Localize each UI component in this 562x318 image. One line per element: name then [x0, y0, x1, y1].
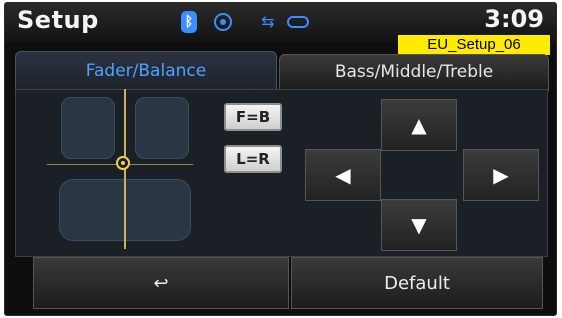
- front-right-seat: [135, 97, 189, 159]
- bluetooth-icon: ᛒ: [181, 11, 197, 33]
- disc-icon: [287, 16, 309, 28]
- arrow-up-button[interactable]: ▲: [381, 99, 457, 151]
- arrow-left-button[interactable]: ◀: [305, 149, 381, 201]
- page-title: Setup: [17, 6, 99, 34]
- back-button[interactable]: ↩: [33, 257, 289, 309]
- arrow-right-button[interactable]: ▶: [463, 149, 539, 201]
- clock-time: 3:09: [484, 5, 544, 33]
- seat-position-map[interactable]: [47, 89, 193, 249]
- back-icon: ↩: [153, 272, 169, 294]
- usb-icon: ⇆: [261, 11, 275, 31]
- head-unit-screen: Setup ᛒ ⇆ 3:09 EU_Setup_06 Fader/Balance…: [4, 2, 557, 316]
- position-marker[interactable]: [116, 156, 130, 170]
- target-icon: [214, 13, 232, 31]
- fader-center-button[interactable]: F=B: [224, 103, 282, 131]
- arrow-down-button[interactable]: ▼: [381, 199, 457, 251]
- balance-center-button[interactable]: L=R: [224, 145, 282, 173]
- front-left-seat: [61, 97, 115, 159]
- tab-bass-middle-treble[interactable]: Bass/Middle/Treble: [279, 54, 549, 91]
- tab-bar: Fader/Balance Bass/Middle/Treble: [5, 45, 556, 91]
- default-button[interactable]: Default: [291, 257, 543, 309]
- tab-fader-balance[interactable]: Fader/Balance: [15, 51, 277, 90]
